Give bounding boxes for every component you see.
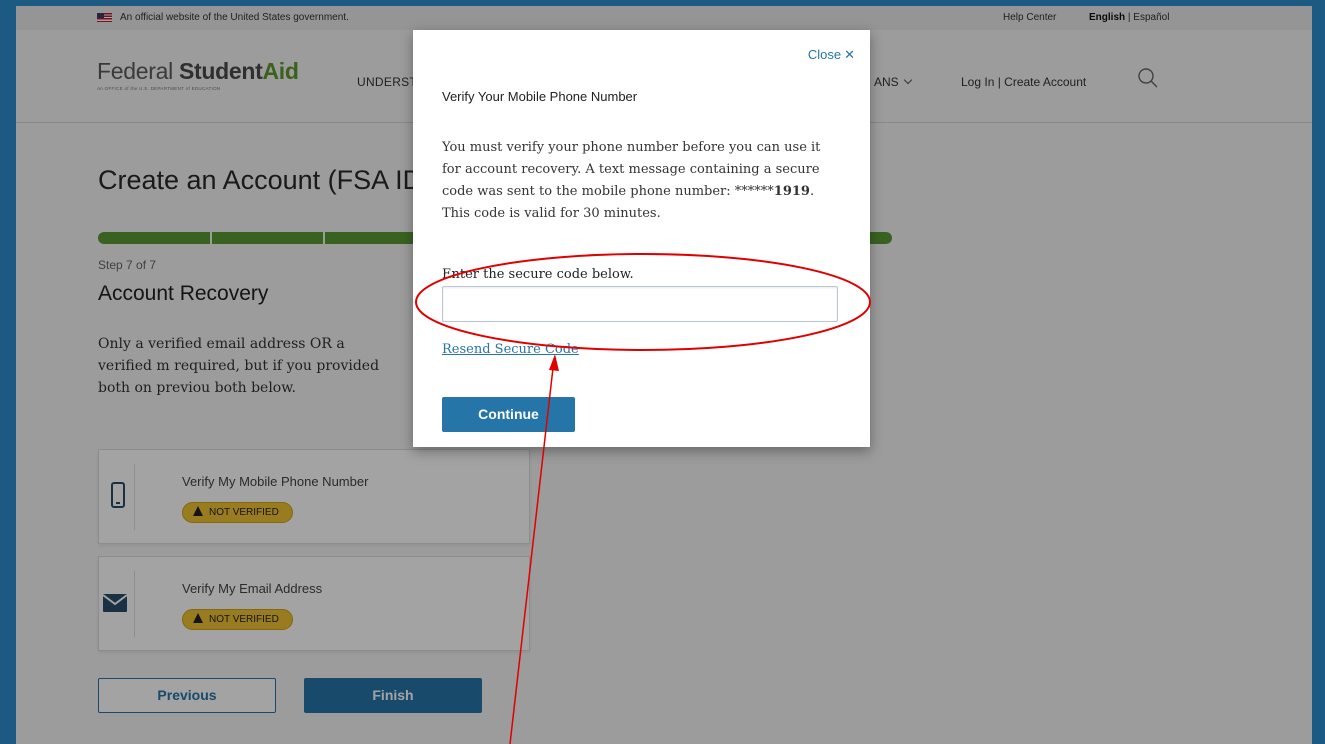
- close-button[interactable]: Close ✕: [808, 47, 855, 63]
- resend-code-link[interactable]: Resend Secure Code: [442, 342, 579, 357]
- secure-code-input[interactable]: [442, 286, 838, 322]
- close-icon: ✕: [844, 47, 855, 62]
- phone-suffix: 1919: [773, 184, 810, 199]
- continue-button[interactable]: Continue: [442, 397, 575, 432]
- modal-body-text: You must verify your phone number before…: [442, 140, 821, 199]
- close-label: Close: [807, 47, 842, 62]
- browser-viewport: An official website of the United States…: [16, 6, 1312, 744]
- verify-phone-modal: Close ✕ Verify Your Mobile Phone Number Y…: [413, 30, 870, 447]
- modal-title: Verify Your Mobile Phone Number: [442, 89, 638, 104]
- secure-code-label: Enter the secure code below.: [442, 267, 634, 282]
- modal-body: You must verify your phone number before…: [442, 137, 842, 225]
